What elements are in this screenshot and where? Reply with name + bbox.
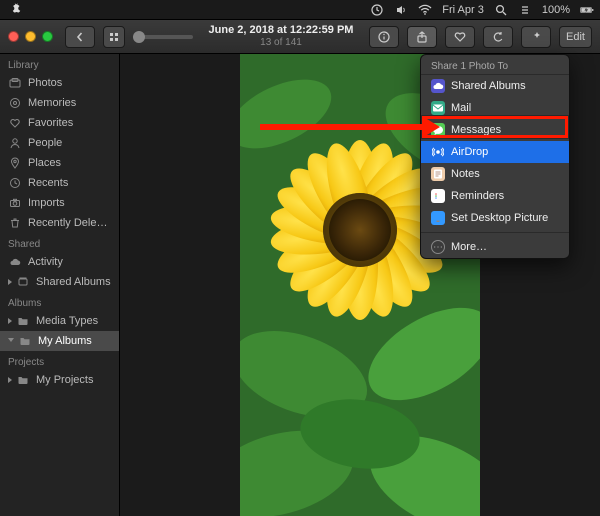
spotlight-icon[interactable]: [494, 3, 508, 17]
share-option-label: Reminders: [451, 190, 504, 202]
photo-position: 13 of 141: [201, 37, 361, 49]
share-option-label: Notes: [451, 168, 480, 180]
photo-title: June 2, 2018 at 12:22:59 PM: [201, 24, 361, 37]
desk-icon: [431, 211, 445, 225]
toolbar: June 2, 2018 at 12:22:59 PM 13 of 141 Ed…: [0, 20, 600, 54]
sidebar-item-places[interactable]: Places: [0, 153, 119, 173]
enhance-button[interactable]: [521, 26, 551, 48]
wifi-icon[interactable]: [418, 3, 432, 17]
share-option-reminders[interactable]: Reminders: [421, 185, 569, 207]
back-button[interactable]: [65, 26, 95, 48]
folder-icon: [16, 314, 30, 328]
sidebar-item-label: Shared Albums: [36, 276, 111, 288]
disclosure-caret-icon[interactable]: [8, 338, 14, 345]
info-button[interactable]: [369, 26, 399, 48]
sidebar-item-imports[interactable]: Imports: [0, 193, 119, 213]
sidebar-item-label: Places: [28, 157, 61, 169]
sidebar-section-header: Projects: [0, 351, 119, 370]
airdrop-icon: [431, 145, 445, 159]
share-option-mail[interactable]: Mail: [421, 97, 569, 119]
sidebar-item-label: My Albums: [38, 335, 92, 347]
cloud-icon: [8, 255, 22, 269]
share-option-label: Mail: [451, 102, 471, 114]
sidebar-section-header: Albums: [0, 292, 119, 311]
share-option-label: Set Desktop Picture: [451, 212, 548, 224]
sidebar-item-recents[interactable]: Recents: [0, 173, 119, 193]
status-up-icon: [370, 3, 384, 17]
albums-icon: [16, 275, 30, 289]
cloud-icon: [431, 79, 445, 93]
folder-icon: [16, 373, 30, 387]
sidebar-item-label: Recently Dele…: [28, 217, 107, 229]
sidebar-item-people[interactable]: People: [0, 133, 119, 153]
sidebar-item-label: Recents: [28, 177, 68, 189]
share-more[interactable]: ⋯ More…: [421, 236, 569, 258]
trash-icon: [8, 216, 22, 230]
sidebar-item-photos[interactable]: Photos: [0, 73, 119, 93]
grid-view-toggle[interactable]: [103, 26, 125, 48]
sidebar-item-my-projects[interactable]: My Projects: [0, 370, 119, 390]
sidebar-item-label: Activity: [28, 256, 63, 268]
share-option-notes[interactable]: Notes: [421, 163, 569, 185]
sidebar-section-header: Shared: [0, 233, 119, 252]
zoom-slider[interactable]: [133, 35, 193, 39]
menubar-datetime[interactable]: Fri Apr 3: [442, 4, 484, 16]
favorite-button[interactable]: [445, 26, 475, 48]
camera-icon: [8, 196, 22, 210]
sidebar-item-favorites[interactable]: Favorites: [0, 113, 119, 133]
sidebar-section-header: Library: [0, 54, 119, 73]
folder-icon: [18, 334, 32, 348]
share-option-set-desktop-picture[interactable]: Set Desktop Picture: [421, 207, 569, 229]
sidebar-item-media-types[interactable]: Media Types: [0, 311, 119, 331]
msg-icon: [431, 123, 445, 137]
mail-icon: [431, 101, 445, 115]
sidebar-item-label: Memories: [28, 97, 76, 109]
sidebar-item-label: Imports: [28, 197, 65, 209]
control-center-icon[interactable]: [518, 3, 532, 17]
memories-icon: [8, 96, 22, 110]
share-option-airdrop[interactable]: AirDrop: [421, 141, 569, 163]
apple-menu-icon[interactable]: [10, 2, 22, 17]
sidebar-item-activity[interactable]: Activity: [0, 252, 119, 272]
heart-icon: [8, 116, 22, 130]
sidebar-item-label: Photos: [28, 77, 62, 89]
pin-icon: [8, 156, 22, 170]
share-button[interactable]: [407, 26, 437, 48]
share-option-label: Shared Albums: [451, 80, 526, 92]
sidebar-item-my-albums[interactable]: My Albums: [0, 331, 119, 351]
window-zoom-button[interactable]: [42, 31, 53, 42]
share-popover-header: Share 1 Photo To: [421, 55, 569, 75]
person-icon: [8, 136, 22, 150]
sidebar-item-shared-albums[interactable]: Shared Albums: [0, 272, 119, 292]
share-option-messages[interactable]: Messages: [421, 119, 569, 141]
share-option-shared-albums[interactable]: Shared Albums: [421, 75, 569, 97]
sidebar: Library Photos Memories Favorites People Plac…: [0, 54, 120, 516]
sidebar-item-label: Favorites: [28, 117, 73, 129]
sidebar-item-memories[interactable]: Memories: [0, 93, 119, 113]
sidebar-item-label: My Projects: [36, 374, 93, 386]
photos-icon: [8, 76, 22, 90]
share-option-label: Messages: [451, 124, 501, 136]
notes-icon: [431, 167, 445, 181]
disclosure-caret-icon[interactable]: [8, 377, 12, 383]
share-option-label: AirDrop: [451, 146, 488, 158]
sidebar-item-recently-dele-[interactable]: Recently Dele…: [0, 213, 119, 233]
rotate-button[interactable]: [483, 26, 513, 48]
sidebar-item-label: Media Types: [36, 315, 98, 327]
sidebar-item-label: People: [28, 137, 62, 149]
share-popover: Share 1 Photo To Shared Albums Mail Messag…: [420, 54, 570, 259]
disclosure-caret-icon[interactable]: [8, 279, 12, 285]
clock-icon: [8, 176, 22, 190]
volume-icon[interactable]: [394, 3, 408, 17]
rem-icon: [431, 189, 445, 203]
battery-text: 100%: [542, 4, 570, 16]
window-close-button[interactable]: [8, 31, 19, 42]
edit-button[interactable]: Edit: [559, 26, 592, 48]
disclosure-caret-icon[interactable]: [8, 318, 12, 324]
more-icon: ⋯: [431, 240, 445, 254]
window-minimize-button[interactable]: [25, 31, 36, 42]
battery-icon: [580, 3, 594, 17]
